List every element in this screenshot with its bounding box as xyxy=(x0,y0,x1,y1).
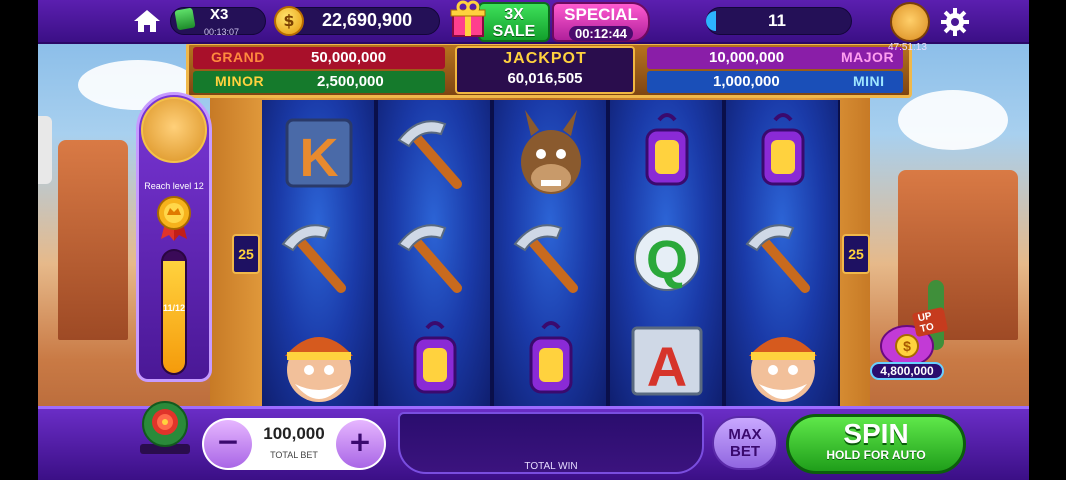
increase-bet-button[interactable]: + xyxy=(336,420,384,468)
mini-value: 1,000,000 xyxy=(713,73,780,90)
lantern-symbol xyxy=(529,321,573,394)
avatar-timer: 47:51:13 xyxy=(888,42,927,53)
max-bet-button[interactable]: MAX BET xyxy=(712,416,778,470)
level-quest-panel[interactable]: Reach level 12 11/12 xyxy=(136,92,212,382)
grand-jackpot-row: GRAND 50,000,000 xyxy=(193,47,445,69)
sale-label: SALE xyxy=(492,23,536,40)
quest-progress-fill xyxy=(163,261,185,373)
svg-text:K: K xyxy=(300,128,339,188)
total-bet-label: TOTAL BET xyxy=(270,450,318,460)
grand-jackpot-display: JACKPOT 60,016,505 xyxy=(455,46,635,94)
minor-jackpot-row: MINOR 2,500,000 xyxy=(193,71,445,93)
slot-game-screen: X3 00:13:07 $ 22,690,900 3X SALE SPECIAL… xyxy=(0,0,1066,480)
boost-multiplier: X3 xyxy=(210,6,229,23)
spin-hint: HOLD FOR AUTO xyxy=(826,448,926,462)
reel-3 xyxy=(494,100,608,410)
special-offer-button[interactable]: SPECIAL 00:12:44 xyxy=(552,2,650,42)
player-avatar[interactable] xyxy=(890,2,930,42)
home-icon[interactable] xyxy=(132,8,162,34)
reel-5 xyxy=(726,100,840,410)
lantern-symbol xyxy=(761,113,805,186)
reel-1: K xyxy=(262,100,376,410)
miner-symbol xyxy=(749,337,817,402)
minor-value: 2,500,000 xyxy=(317,73,384,90)
svg-text:Q: Q xyxy=(646,230,688,290)
payline-count-right: 25 xyxy=(842,234,870,274)
quest-text: Reach level 12 xyxy=(144,181,204,191)
side-drawer-handle[interactable] xyxy=(38,116,52,184)
bonus-upto-badge[interactable]: $ UP TO 4,800,000 xyxy=(870,306,949,388)
spin-label: SPIN xyxy=(843,418,909,449)
upto-label: UP TO xyxy=(911,306,949,338)
device-bezel-left xyxy=(0,0,38,480)
jackpot-board: GRAND 50,000,000 MINOR 2,500,000 JACKPOT… xyxy=(186,42,912,98)
payline-count-left: 25 xyxy=(232,234,260,274)
donkey-symbol xyxy=(521,110,581,194)
jackpot-value: 60,016,505 xyxy=(507,70,583,87)
total-bet-value: 100,000 xyxy=(263,424,325,443)
quest-progress-text: 11/12 xyxy=(162,303,186,313)
rock xyxy=(58,140,128,340)
q-symbol: Q xyxy=(634,225,700,291)
pickaxe-symbol xyxy=(397,120,462,189)
pickaxe-symbol xyxy=(281,224,346,293)
level-value: 11 xyxy=(768,11,786,30)
lantern-symbol xyxy=(413,321,457,394)
a-symbol: A xyxy=(631,326,703,398)
quest-mascot-icon xyxy=(141,97,207,163)
coin-icon: $ xyxy=(274,6,304,36)
pickaxe-symbol xyxy=(513,224,578,293)
upto-value: 4,800,000 xyxy=(870,362,944,380)
max-bet-line1: MAX xyxy=(728,426,762,443)
sale-button[interactable]: 3X SALE xyxy=(478,2,550,42)
cloud xyxy=(898,90,1008,150)
jackpot-label: JACKPOT xyxy=(503,50,587,67)
coin-balance: 22,690,900 xyxy=(322,10,413,30)
miner-symbol xyxy=(285,337,353,402)
svg-text:$: $ xyxy=(903,338,911,354)
gift-icon[interactable] xyxy=(450,0,486,38)
grand-value: 50,000,000 xyxy=(311,49,387,66)
reel-grid[interactable]: K QA xyxy=(262,100,840,410)
special-timer: 00:12:44 xyxy=(568,26,634,41)
reel-2 xyxy=(378,100,492,410)
k-symbol: K xyxy=(285,118,353,188)
lantern-symbol xyxy=(645,113,689,186)
rose-bonus-icon[interactable] xyxy=(138,400,192,456)
mini-label: MINI xyxy=(853,73,885,89)
max-bet-line2: BET xyxy=(730,443,760,460)
sale-multiplier: 3X xyxy=(504,6,524,23)
boost-icon xyxy=(174,7,196,31)
pickaxe-symbol xyxy=(745,224,810,293)
boost-timer: 00:13:07 xyxy=(204,27,240,37)
device-bezel-right xyxy=(1029,0,1066,480)
reel-4: QA xyxy=(610,100,724,410)
bet-control: − 100,000 TOTAL BET + xyxy=(202,418,386,470)
gear-icon[interactable] xyxy=(940,7,970,37)
pickaxe-symbol xyxy=(397,224,462,293)
minor-label: MINOR xyxy=(215,73,265,89)
decrease-bet-button[interactable]: − xyxy=(204,420,252,468)
grand-label: GRAND xyxy=(211,49,265,65)
total-win-label: TOTAL WIN xyxy=(524,461,578,472)
major-value: 10,000,000 xyxy=(709,49,785,66)
medal-icon xyxy=(157,196,191,241)
total-win-display: TOTAL WIN xyxy=(398,412,704,474)
special-title: SPECIAL xyxy=(564,5,638,24)
major-jackpot-row: 10,000,000 MAJOR xyxy=(647,47,903,69)
spin-button[interactable]: SPIN HOLD FOR AUTO xyxy=(786,414,966,474)
major-label: MAJOR xyxy=(841,49,895,65)
mini-jackpot-row: 1,000,000 MINI xyxy=(647,71,903,93)
svg-text:A: A xyxy=(647,335,687,398)
